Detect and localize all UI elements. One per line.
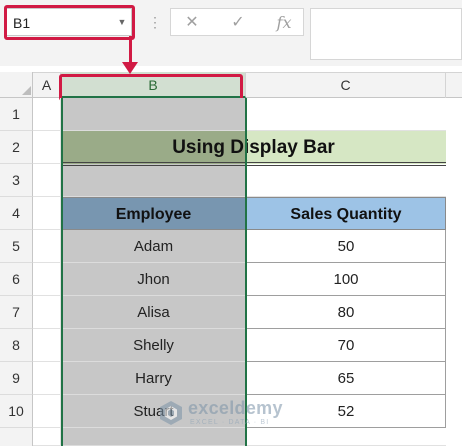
header-sales-quantity[interactable]: Sales Quantity — [246, 197, 446, 230]
sales-cell[interactable]: 80 — [246, 296, 446, 329]
cell-c3[interactable] — [246, 164, 446, 197]
row-header-4[interactable]: 4 — [0, 197, 33, 230]
column-header-c[interactable]: C — [246, 72, 446, 98]
enter-check-icon[interactable]: ✓ — [223, 9, 253, 37]
row-header-2[interactable]: 2 — [0, 131, 33, 164]
row-header-7[interactable]: 7 — [0, 296, 33, 329]
row-header-10[interactable]: 10 — [0, 395, 33, 428]
sales-cell[interactable]: 65 — [246, 362, 446, 395]
cell-a1[interactable] — [33, 98, 61, 131]
row-header-6[interactable]: 6 — [0, 263, 33, 296]
watermark-name: exceldemy — [188, 398, 283, 418]
row-header-1[interactable]: 1 — [0, 98, 33, 131]
row-header-9[interactable]: 9 — [0, 362, 33, 395]
cell-a9[interactable] — [33, 362, 61, 395]
cell-a7[interactable] — [33, 296, 61, 329]
row-header-8[interactable]: 8 — [0, 329, 33, 362]
cell-a6[interactable] — [33, 263, 61, 296]
cell-a10[interactable] — [33, 395, 61, 428]
sales-cell[interactable]: 70 — [246, 329, 446, 362]
selected-column-outline — [61, 98, 247, 446]
cell-a4[interactable] — [33, 197, 61, 230]
column-b-highlight — [59, 74, 243, 101]
formula-bar-buttons: ✕ ✓ fx — [170, 8, 304, 36]
column-header-a[interactable]: A — [33, 72, 61, 98]
sales-cell[interactable]: 100 — [246, 263, 446, 296]
cell-a2[interactable] — [33, 131, 61, 164]
arrow-head-icon — [122, 62, 138, 74]
watermark-tagline: EXCEL · DATA · BI — [190, 419, 270, 426]
column-header-d[interactable] — [446, 72, 462, 98]
cell-a3[interactable] — [33, 164, 61, 197]
cancel-x-icon[interactable]: ✕ — [177, 9, 207, 37]
vertical-dots-icon[interactable]: ⋮ — [148, 12, 162, 32]
cell-c1[interactable] — [246, 98, 446, 131]
cell-a5[interactable] — [33, 230, 61, 263]
exceldemy-logo-icon — [160, 401, 182, 425]
row-header-11[interactable] — [0, 428, 33, 446]
row-header-3[interactable]: 3 — [0, 164, 33, 197]
column-d-strip[interactable] — [446, 98, 462, 446]
formula-input[interactable] — [310, 8, 462, 60]
sales-cell[interactable]: 50 — [246, 230, 446, 263]
name-box-highlight — [4, 5, 135, 40]
watermark: exceldemy EXCEL · DATA · BI — [158, 398, 318, 432]
select-all-triangle-icon — [22, 86, 31, 95]
row-header-5[interactable]: 5 — [0, 230, 33, 263]
fx-icon[interactable]: fx — [269, 9, 299, 37]
cell-a8[interactable] — [33, 329, 61, 362]
cell-a11[interactable] — [33, 428, 61, 446]
